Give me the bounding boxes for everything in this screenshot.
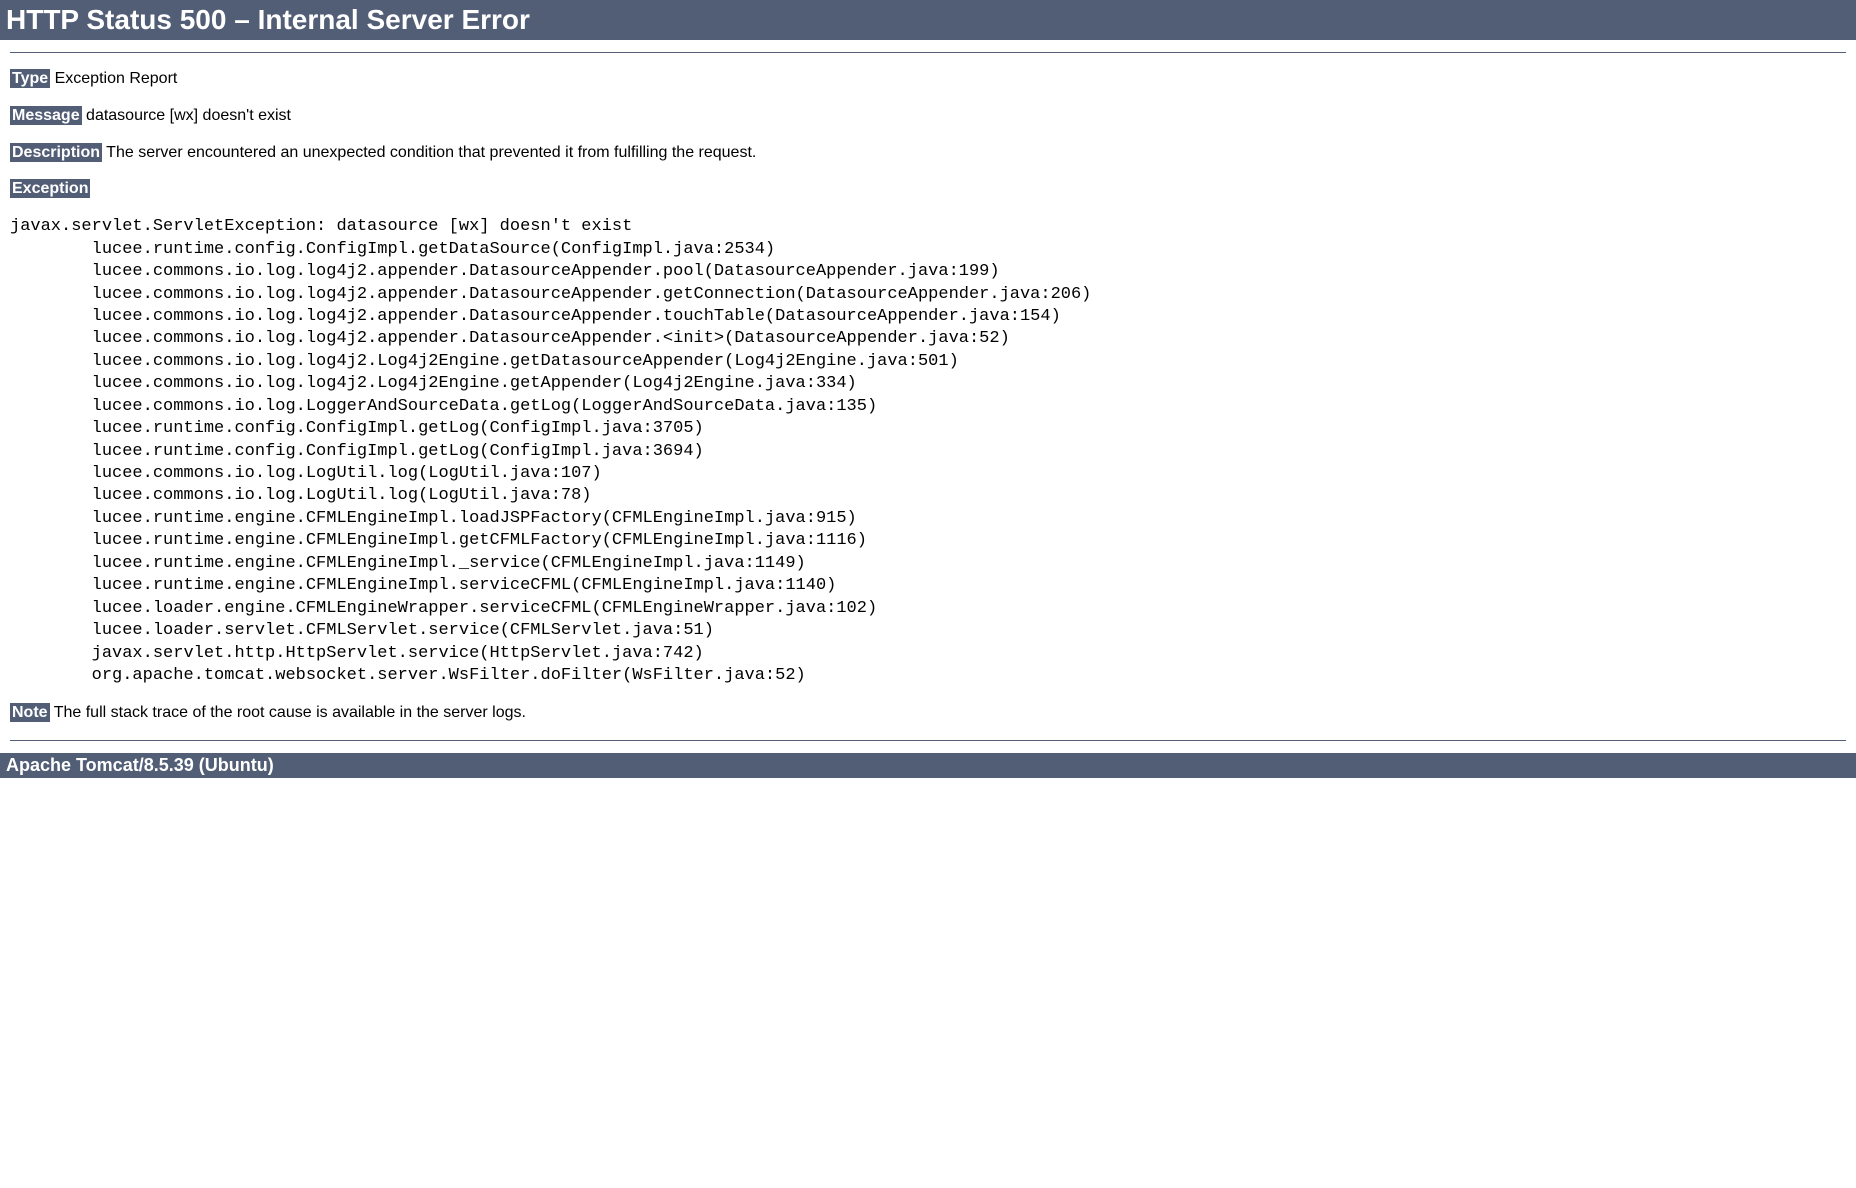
divider [10, 740, 1846, 741]
exception-label: Exception [10, 179, 90, 198]
description-label: Description [10, 143, 102, 162]
message-label: Message [10, 106, 82, 125]
note-label: Note [10, 703, 50, 722]
exception-line: Exception [10, 179, 1846, 200]
description-value: The server encountered an unexpected con… [102, 144, 756, 161]
type-line: Type Exception Report [10, 69, 1846, 90]
type-value: Exception Report [50, 70, 177, 87]
server-footer: Apache Tomcat/8.5.39 (Ubuntu) [0, 753, 1856, 778]
type-label: Type [10, 69, 50, 88]
message-line: Message datasource [wx] doesn't exist [10, 106, 1846, 127]
description-line: Description The server encountered an un… [10, 143, 1846, 164]
page-title: HTTP Status 500 – Internal Server Error [0, 0, 1856, 40]
note-value: The full stack trace of the root cause i… [50, 704, 526, 721]
divider [10, 52, 1846, 53]
message-value: datasource [wx] doesn't exist [82, 107, 291, 124]
note-line: Note The full stack trace of the root ca… [10, 703, 1846, 724]
exception-stack-trace: javax.servlet.ServletException: datasour… [10, 216, 1846, 687]
